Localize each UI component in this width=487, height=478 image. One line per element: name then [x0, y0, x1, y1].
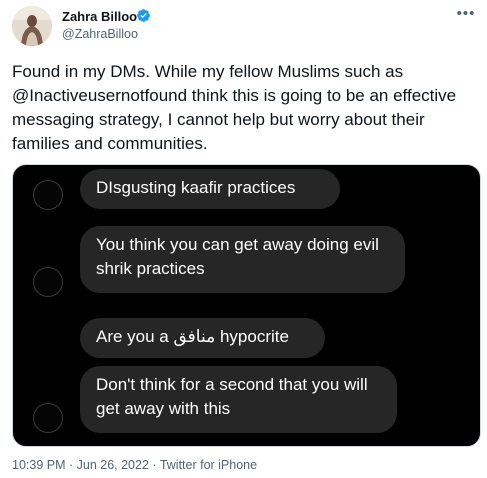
- verified-badge-icon: [137, 9, 150, 22]
- tweet-date[interactable]: Jun 26, 2022: [77, 458, 149, 472]
- dm-sender-avatar: [33, 267, 63, 297]
- tweet-metadata: 10:39 PM · Jun 26, 2022 · Twitter for iP…: [12, 458, 257, 472]
- dm-sender-avatar: [33, 403, 63, 433]
- dm-message-bubble: Don't think for a second that you will g…: [80, 366, 397, 433]
- author-handle[interactable]: @ZahraBilloo: [62, 27, 138, 41]
- dm-message-bubble: You think you can get away doing evil sh…: [80, 226, 405, 293]
- separator-dot: ·: [148, 458, 160, 472]
- more-options-icon[interactable]: •••: [455, 4, 477, 24]
- tweet-card: Zahra Billoo @ZahraBilloo ••• Found in m…: [0, 0, 487, 478]
- tweet-source[interactable]: Twitter for iPhone: [160, 458, 257, 472]
- dm-message-bubble: DIsgusting kaafir practices: [80, 169, 340, 209]
- tweet-text: Found in my DMs. While my fellow Muslims…: [12, 62, 457, 153]
- dm-message-text: You think you can get away doing evil sh…: [96, 235, 379, 278]
- author-avatar[interactable]: [12, 6, 52, 46]
- dm-message-text: Don't think for a second that you will g…: [96, 375, 368, 418]
- separator-dot: ·: [65, 458, 77, 472]
- tweet-media-image[interactable]: DIsgusting kaafir practices You think yo…: [12, 164, 481, 447]
- dm-message-bubble: Are you a منافق hypocrite: [80, 318, 325, 358]
- author-display-name[interactable]: Zahra Billoo: [62, 9, 137, 24]
- profile-photo-icon: [12, 6, 52, 46]
- dm-message-text: DIsgusting kaafir practices: [96, 178, 296, 197]
- tweet-time[interactable]: 10:39 PM: [12, 458, 66, 472]
- dm-sender-avatar: [33, 180, 63, 210]
- dm-message-text: Are you a منافق hypocrite: [96, 327, 289, 346]
